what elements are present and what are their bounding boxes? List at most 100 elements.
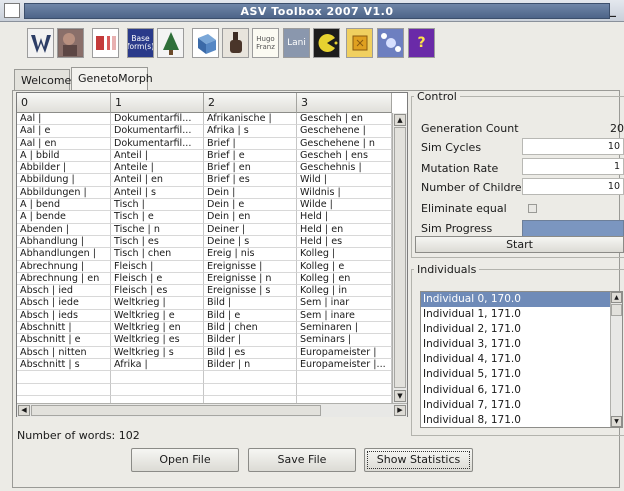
- table-cell: Wild |: [297, 174, 392, 187]
- sim-progress-label: Sim Progress: [421, 222, 493, 235]
- individual-item[interactable]: Individual 5, 171.0: [421, 367, 610, 382]
- table-cell: [17, 383, 111, 396]
- text-block-button[interactable]: [92, 28, 119, 58]
- table-cell: Afrika | s: [204, 125, 297, 138]
- column-header[interactable]: 0: [17, 93, 111, 113]
- w-logo-button[interactable]: [27, 28, 54, 58]
- table-row[interactable]: Absch | iede Weltkrieg | Bild | Sem | inar: [17, 297, 392, 310]
- scroll-up-button[interactable]: ▲: [394, 114, 406, 126]
- table-cell: Gescheh | en: [297, 113, 392, 126]
- scroll-left-button[interactable]: ◀: [18, 405, 30, 416]
- open-file-button[interactable]: Open File: [131, 448, 239, 472]
- individual-item[interactable]: Individual 6, 171.0: [421, 383, 610, 398]
- table-cell: Afrikanische |: [204, 113, 297, 126]
- table-cell: [204, 383, 297, 396]
- system-menu-icon[interactable]: [4, 3, 20, 18]
- minimize-button[interactable]: _: [610, 4, 624, 18]
- table-cell: Deine | s: [204, 235, 297, 249]
- table-row[interactable]: Absch | nitten Weltkrieg | s Bild | es Euro…: [17, 346, 392, 359]
- scroll-thumb[interactable]: [394, 127, 406, 388]
- table-body: Aal | Dokumentarfil... Afrikanische | Gesch…: [17, 113, 392, 403]
- photo-button[interactable]: [57, 28, 84, 58]
- table-row[interactable]: Abrechnung | en Fleisch | e Ereignisse | n…: [17, 272, 392, 286]
- table-cell: [17, 395, 111, 403]
- help-button[interactable]: ?: [408, 28, 435, 58]
- table-row[interactable]: Abbildungen | Anteil | s Dein | Wildnis |: [17, 186, 392, 200]
- scroll-right-button[interactable]: ▶: [394, 405, 406, 416]
- individuals-list[interactable]: Individual 0, 170.0 Individual 1, 171.0 In…: [420, 291, 623, 428]
- table-row[interactable]: Absch | ieds Weltkrieg | e Bild | e Sem | i…: [17, 309, 392, 323]
- table-horizontal-scrollbar[interactable]: ◀ ▶: [17, 403, 407, 417]
- tab-welcome[interactable]: Welcome: [14, 69, 71, 91]
- word-table[interactable]: 0 1 2 3 Aal | Dokumentarfil... Afrikanisch…: [16, 92, 408, 417]
- table-row[interactable]: Abbildung | Anteil | en Brief | es Wild |: [17, 174, 392, 187]
- scroll-down-button[interactable]: ▼: [394, 390, 406, 402]
- table-row[interactable]: [17, 395, 392, 403]
- table-cell: [111, 395, 204, 403]
- eliminate-equal-checkbox[interactable]: [528, 204, 537, 213]
- pacman-button[interactable]: [313, 28, 340, 58]
- individual-item[interactable]: Individual 8, 171.0: [421, 413, 610, 427]
- individual-item[interactable]: Individual 2, 171.0: [421, 322, 610, 337]
- table-cell: Abschnitt | e: [17, 334, 111, 347]
- table-row[interactable]: Abbilder | Anteile | Brief | en Geschehnis …: [17, 162, 392, 175]
- table-row[interactable]: Aal | Dokumentarfil... Afrikanische | Gesch…: [17, 113, 392, 126]
- table-cell: Fleisch | es: [111, 285, 204, 298]
- scroll-thumb[interactable]: [611, 304, 622, 316]
- table-row[interactable]: Aal | e Dokumentarfil... Afrika | s Gescheh…: [17, 125, 392, 138]
- toolbar: Base form(s) Hugo Franz Lani ?: [0, 22, 624, 66]
- start-button[interactable]: Start: [415, 236, 624, 253]
- individuals-scrollbar[interactable]: ▲ ▼: [610, 292, 622, 427]
- show-statistics-button[interactable]: Show Statistics: [364, 448, 473, 472]
- table-row[interactable]: Absch | ied Fleisch | es Ereignisse | s Kol…: [17, 285, 392, 298]
- table-cell: Ereignisse | s: [204, 285, 297, 298]
- table-vertical-scrollbar[interactable]: ▲ ▼: [392, 113, 407, 403]
- scroll-up-button[interactable]: ▲: [611, 292, 622, 303]
- scroll-down-button[interactable]: ▼: [611, 416, 622, 427]
- mutation-rate-field[interactable]: 1: [522, 158, 624, 175]
- table-row[interactable]: [17, 383, 392, 396]
- individual-item[interactable]: Individual 3, 171.0: [421, 337, 610, 352]
- control-legend: Control: [417, 90, 457, 103]
- table-cell: [297, 383, 392, 396]
- table-row[interactable]: Abhandlungen | Tisch | chen Ereig | nis Kol…: [17, 248, 392, 261]
- table-row[interactable]: Abhandlung | Tisch | es Deine | s Held | es: [17, 235, 392, 249]
- hand-button[interactable]: [222, 28, 249, 58]
- individual-item[interactable]: Individual 7, 171.0: [421, 398, 610, 413]
- molecule-button[interactable]: [377, 28, 404, 58]
- table-row[interactable]: A | bend Tisch | Dein | e Wilde |: [17, 199, 392, 212]
- table-row[interactable]: Abrechnung | Fleisch | Ereignisse | Kolleg …: [17, 260, 392, 273]
- table-cell: Bild | chen: [204, 322, 297, 335]
- tree-button[interactable]: [157, 28, 184, 58]
- table-row[interactable]: Abenden | Tische | n Deiner | Held | en: [17, 223, 392, 236]
- table-row[interactable]: Abschnitt | s Afrika | Bilder | n Europamei…: [17, 358, 392, 372]
- individual-item[interactable]: Individual 0, 170.0: [421, 292, 610, 308]
- column-header[interactable]: 3: [297, 93, 392, 113]
- baseform-button[interactable]: Base form(s): [127, 28, 154, 58]
- individual-item[interactable]: Individual 1, 171.0: [421, 307, 610, 322]
- table-row[interactable]: [17, 371, 392, 384]
- cube-button[interactable]: [192, 28, 219, 58]
- table-cell: Bild | es: [204, 346, 297, 359]
- table-cell: Anteil |: [111, 149, 204, 163]
- chip-button[interactable]: [346, 28, 373, 58]
- column-header[interactable]: 1: [111, 93, 204, 113]
- table-row[interactable]: A | bende Tisch | e Dein | en Held |: [17, 211, 392, 224]
- tab-genetomorph[interactable]: GenetoMorph: [71, 67, 153, 91]
- save-file-button[interactable]: Save File: [248, 448, 356, 472]
- table-row[interactable]: Abschnitt | Weltkrieg | en Bild | chen Semi…: [17, 322, 392, 335]
- hugo-button[interactable]: Hugo Franz: [252, 28, 279, 58]
- column-header[interactable]: 2: [204, 93, 297, 113]
- table-cell: Geschehene | n: [297, 137, 392, 150]
- hand-icon: [229, 32, 242, 53]
- table-row[interactable]: A | bbild Anteil | Brief | e Gescheh | ens: [17, 149, 392, 163]
- scroll-thumb[interactable]: [31, 405, 321, 416]
- table-cell: Kolleg | in: [297, 285, 392, 298]
- table-row[interactable]: Aal | en Dokumentarfil... Brief | Geschehen…: [17, 137, 392, 150]
- table-cell: Abschnitt | s: [17, 358, 111, 372]
- lani-button[interactable]: Lani: [283, 28, 310, 58]
- table-row[interactable]: Abschnitt | e Weltkrieg | es Bilder | Semin…: [17, 334, 392, 347]
- individual-item[interactable]: Individual 4, 171.0: [421, 352, 610, 367]
- sim-cycles-field[interactable]: 10: [522, 138, 624, 155]
- children-field[interactable]: 10: [522, 178, 624, 195]
